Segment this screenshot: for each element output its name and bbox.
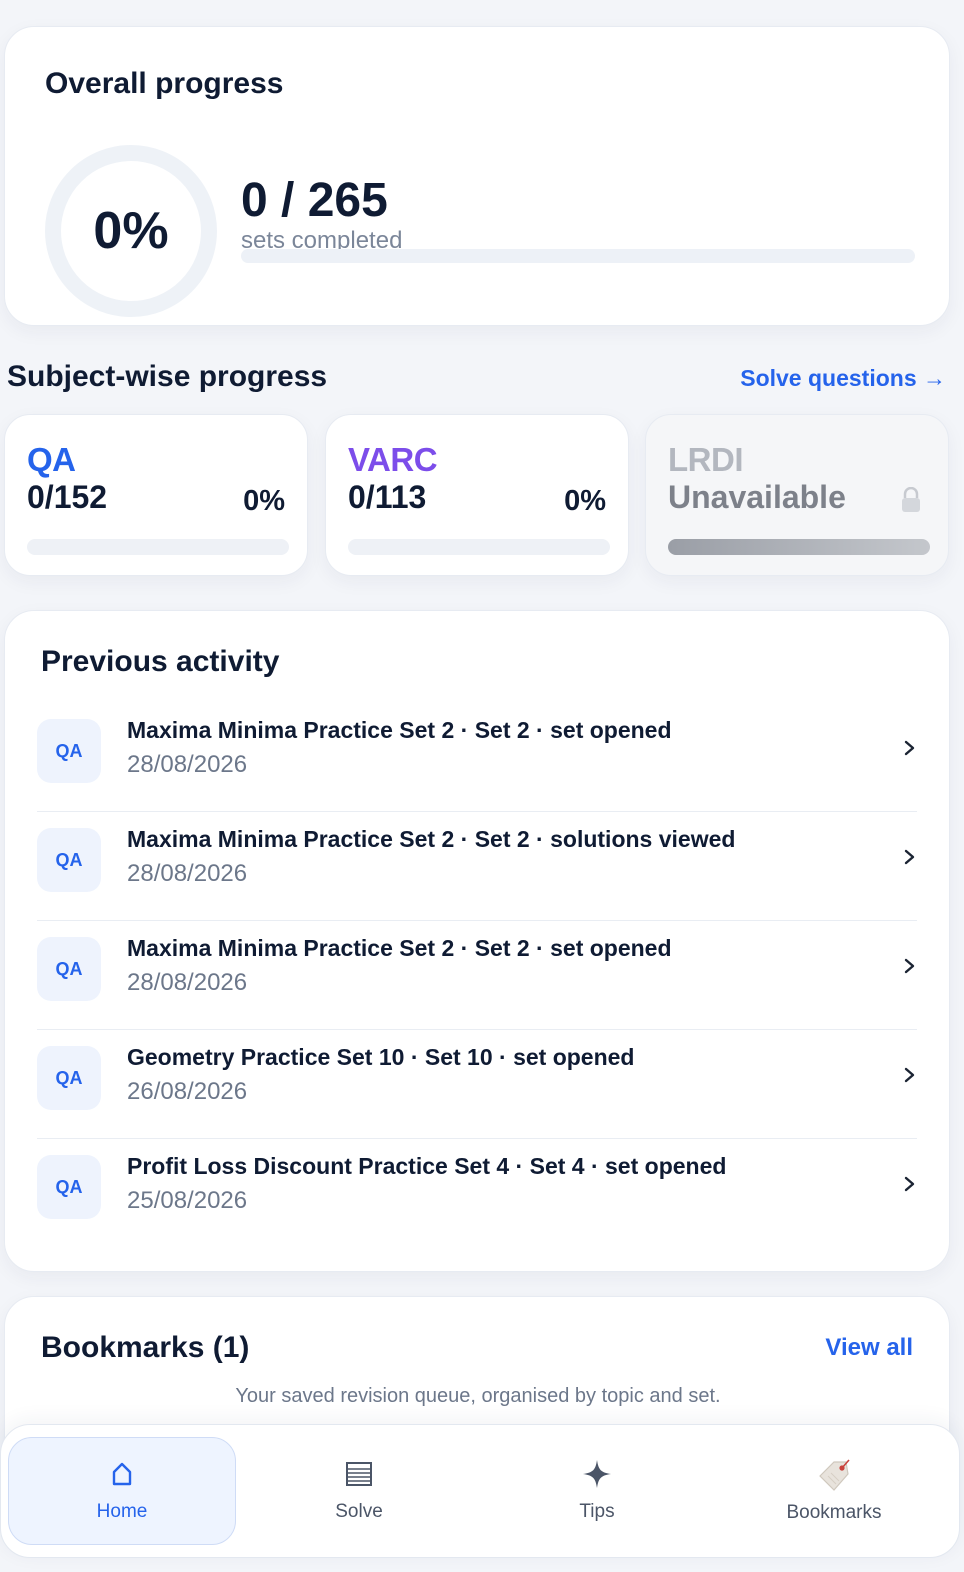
activity-text: Maxima Minima Practice Set 2 · Set 2 · s… [127, 717, 672, 743]
overall-progress-bar [241, 249, 915, 263]
chevron-right-icon [904, 740, 915, 756]
activity-date: 26/08/2026 [127, 1078, 248, 1105]
activity-list: QA Maxima Minima Practice Set 2 · Set 2 … [37, 703, 917, 1248]
solve-questions-link[interactable]: Solve questions → [740, 365, 946, 392]
nav-home[interactable]: Home [8, 1437, 236, 1545]
lock-icon [902, 487, 920, 512]
sparkle-icon [583, 1460, 611, 1488]
subject-card-qa[interactable]: QA 0/152 0% [4, 414, 308, 576]
subject-badge: QA [37, 719, 101, 783]
activity-date: 28/08/2026 [127, 751, 248, 778]
view-all-link[interactable]: View all [825, 1334, 913, 1362]
subject-badge: QA [37, 828, 101, 892]
chevron-right-icon [904, 1067, 915, 1083]
activity-date: 25/08/2026 [127, 1187, 248, 1214]
subject-name: LRDI [668, 441, 744, 478]
overall-progress-title: Overall progress [45, 67, 284, 100]
subject-card-varc[interactable]: VARC 0/113 0% [325, 414, 629, 576]
sets-completed-count: 0 / 265 [241, 174, 388, 227]
list-icon [346, 1462, 372, 1486]
nav-tips[interactable]: Tips [483, 1437, 711, 1545]
chevron-right-icon [904, 958, 915, 974]
subject-badge: QA [37, 1046, 101, 1110]
activity-text: Maxima Minima Practice Set 2 · Set 2 · s… [127, 826, 736, 852]
activity-item[interactable]: QA Maxima Minima Practice Set 2 · Set 2 … [37, 812, 917, 921]
subject-percent: 0% [243, 485, 285, 517]
nav-home-label: Home [96, 1501, 148, 1522]
home-icon [112, 1462, 132, 1486]
nav-bookmarks[interactable]: Bookmarks [720, 1437, 948, 1545]
subject-card-lrdi: LRDI Unavailable [645, 414, 949, 576]
activity-text: Profit Loss Discount Practice Set 4 · Se… [127, 1153, 727, 1179]
nav-solve-label: Solve [335, 1501, 383, 1522]
subject-name: QA [27, 441, 76, 478]
subject-count: 0/152 [27, 479, 108, 515]
subject-badge: QA [37, 1155, 101, 1219]
subject-progress-title: Subject-wise progress [7, 360, 328, 393]
chevron-right-icon [904, 849, 915, 865]
chevron-right-icon [904, 1176, 915, 1192]
nav-solve[interactable]: Solve [245, 1437, 473, 1545]
bookmarks-title: Bookmarks (1) [41, 1331, 250, 1364]
bookmarks-subtitle: Your saved revision queue, organised by … [235, 1385, 721, 1407]
nav-tips-label: Tips [579, 1501, 615, 1522]
activity-item[interactable]: QA Geometry Practice Set 10 · Set 10 · s… [37, 1030, 917, 1139]
activity-item[interactable]: QA Maxima Minima Practice Set 2 · Set 2 … [37, 703, 917, 812]
subject-count: 0/113 [348, 479, 427, 515]
previous-activity-card: Previous activity QA Maxima Minima Pract… [4, 610, 950, 1272]
home-page: Overall progress 0% 0 / 265 sets complet… [0, 0, 964, 1572]
subject-name: VARC [348, 441, 438, 478]
nav-bookmarks-label: Bookmarks [786, 1502, 882, 1523]
subject-progress-bar [27, 539, 289, 555]
activity-text: Maxima Minima Practice Set 2 · Set 2 · s… [127, 935, 672, 961]
subject-count: Unavailable [668, 479, 846, 515]
bookmark-tag-icon [819, 1459, 850, 1491]
progress-ring: 0% [45, 145, 217, 317]
activity-date: 28/08/2026 [127, 860, 248, 887]
activity-item[interactable]: QA Profit Loss Discount Practice Set 4 ·… [37, 1139, 917, 1248]
previous-activity-title: Previous activity [41, 645, 280, 678]
overall-progress-card: Overall progress 0% 0 / 265 sets complet… [4, 26, 950, 326]
overall-percent: 0% [93, 202, 169, 260]
activity-date: 28/08/2026 [127, 969, 248, 996]
subject-progress-bar [348, 539, 610, 555]
subject-badge: QA [37, 937, 101, 1001]
activity-item[interactable]: QA Maxima Minima Practice Set 2 · Set 2 … [37, 921, 917, 1030]
subject-progress-bar [668, 539, 930, 555]
subject-percent: 0% [564, 485, 606, 517]
activity-text: Geometry Practice Set 10 · Set 10 · set … [127, 1044, 635, 1070]
bottom-nav: Home Solve Tips Bookmarks [0, 1424, 960, 1558]
